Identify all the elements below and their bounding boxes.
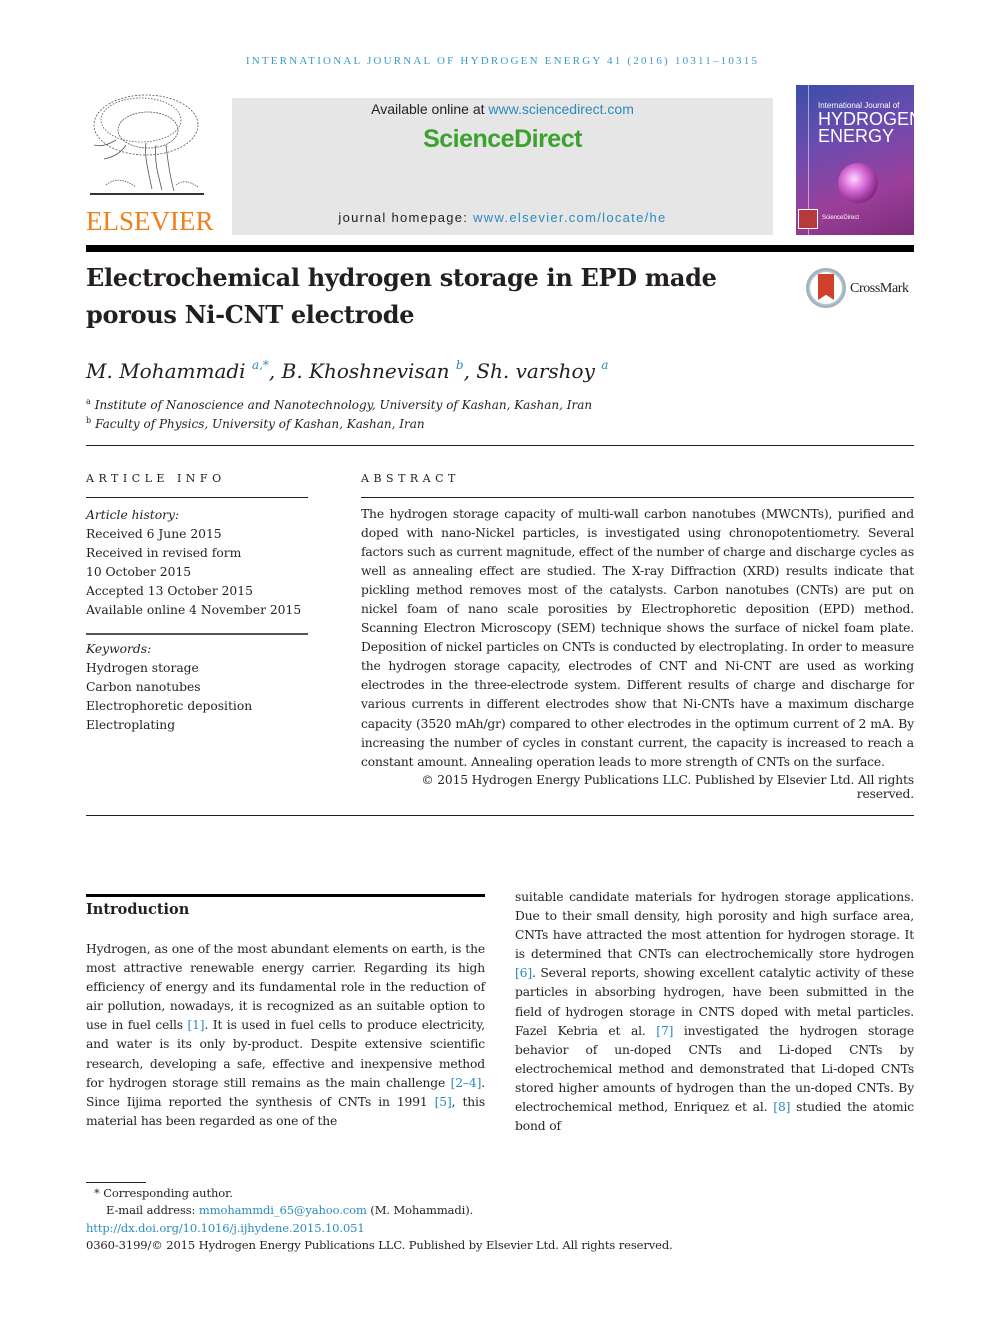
abstract-text: The hydrogen storage capacity of multi-w…	[361, 507, 914, 769]
article-info-heading: ARTICLE INFO	[86, 472, 226, 485]
abstract-heading: ABSTRACT	[361, 472, 460, 485]
sciencedirect-banner: Available online at www.sciencedirect.co…	[232, 98, 773, 235]
journal-homepage-line: journal homepage: www.elsevier.com/locat…	[232, 210, 773, 225]
citation-link[interactable]: [7]	[656, 1024, 673, 1038]
doi-link[interactable]: http://dx.doi.org/10.1016/j.ijhydene.201…	[86, 1221, 365, 1235]
cover-title-line-2: ENERGY	[818, 126, 895, 146]
section-divider	[86, 894, 485, 897]
affiliation-mark: a	[86, 397, 91, 406]
citation-link[interactable]: [2–4]	[451, 1076, 482, 1090]
header-divider	[86, 445, 914, 446]
elsevier-wordmark: ELSEVIER	[86, 206, 214, 236]
abstract-copyright: © 2015 Hydrogen Energy Publications LLC.…	[421, 773, 914, 801]
doi-line: http://dx.doi.org/10.1016/j.ijhydene.201…	[86, 1220, 673, 1237]
masthead: ELSEVIER Available online at www.science…	[86, 85, 914, 235]
sciencedirect-logo[interactable]: ScienceDirect	[232, 125, 773, 154]
corresponding-mark: *	[94, 1186, 100, 1200]
crossmark-label: CrossMark	[850, 281, 909, 296]
article-history-heading: Article history:	[86, 508, 180, 522]
abstract-divider	[361, 497, 914, 498]
available-online-line: Available online at www.sciencedirect.co…	[232, 101, 773, 117]
citation-link[interactable]: [6]	[515, 966, 532, 980]
author-separator: ,	[268, 359, 282, 383]
history-item: Available online 4 November 2015	[86, 603, 302, 617]
masthead-divider	[86, 245, 914, 252]
sciencedirect-link[interactable]: www.sciencedirect.com	[488, 101, 634, 117]
body-text: suitable candidate materials for hydroge…	[515, 890, 914, 962]
cover-title-large: HYDROGEN ENERGY	[818, 110, 914, 146]
author-affiliation-mark[interactable]: a,*	[252, 358, 269, 372]
keywords: Keywords: Hydrogen storage Carbon nanotu…	[86, 640, 316, 735]
available-online-text: Available online at	[371, 101, 489, 117]
footnotes: * Corresponding author. E-mail address: …	[86, 1185, 673, 1254]
history-item: Accepted 13 October 2015	[86, 584, 253, 598]
corresponding-label: Corresponding author.	[103, 1186, 233, 1200]
citation-link[interactable]: [5]	[435, 1095, 452, 1109]
citation-link[interactable]: [8]	[773, 1100, 790, 1114]
keywords-divider	[86, 633, 308, 635]
crossmark-button[interactable]: CrossMark	[806, 268, 921, 310]
author-affiliation-mark[interactable]: b	[456, 358, 464, 372]
author-separator: ,	[463, 359, 477, 383]
homepage-label: journal homepage:	[338, 210, 474, 225]
affiliation-b: b Faculty of Physics, University of Kasha…	[86, 416, 425, 431]
cover-badge-icon	[798, 209, 818, 229]
citation-link[interactable]: [1]	[187, 1018, 204, 1032]
running-head: INTERNATIONAL JOURNAL OF HYDROGEN ENERGY…	[245, 55, 760, 67]
footnote-divider	[86, 1182, 146, 1183]
abstract-end-divider	[86, 815, 914, 816]
corresponding-author-note: * Corresponding author.	[86, 1185, 673, 1202]
author-name[interactable]: M. Mohammadi	[86, 359, 246, 383]
journal-cover-image[interactable]: International Journal of HYDROGEN ENERGY…	[796, 85, 914, 235]
history-item: Received 6 June 2015	[86, 527, 222, 541]
cover-orb-graphic	[838, 163, 878, 203]
author-affiliation-mark[interactable]: a	[601, 358, 608, 372]
keywords-heading: Keywords:	[86, 642, 152, 656]
elsevier-tree-icon	[90, 94, 204, 195]
email-note: E-mail address: mmohammdi_65@yahoo.com (…	[86, 1202, 673, 1219]
email-label: E-mail address:	[106, 1203, 199, 1218]
article-info-divider	[86, 497, 308, 498]
issn-copyright: 0360-3199/© 2015 Hydrogen Energy Publica…	[86, 1237, 673, 1252]
keyword-item: Electrophoretic deposition	[86, 699, 253, 713]
email-owner: (M. Mohammadi).	[366, 1203, 474, 1218]
author-name[interactable]: B. Khoshnevisan	[282, 359, 450, 383]
affiliation-mark: b	[86, 416, 92, 425]
introduction-heading: Introduction	[86, 901, 190, 918]
keyword-item: Electroplating	[86, 718, 176, 732]
author-name[interactable]: Sh. varshoy	[476, 359, 595, 383]
article-title: Electrochemical hydrogen storage in EPD …	[86, 263, 717, 329]
history-item: Received in revised form	[86, 546, 242, 560]
affiliation-text: Faculty of Physics, University of Kashan…	[95, 417, 425, 431]
author-list: M. Mohammadi a,*, B. Khoshnevisan b, Sh.…	[86, 358, 608, 383]
journal-homepage-link[interactable]: www.elsevier.com/locate/he	[473, 210, 666, 225]
affiliation-a: a Institute of Nanoscience and Nanotechno…	[86, 397, 592, 412]
email-link[interactable]: mmohammdi_65@yahoo.com	[199, 1203, 367, 1217]
history-item: 10 October 2015	[86, 565, 192, 579]
article-history: Article history: Received 6 June 2015 Re…	[86, 506, 316, 620]
keyword-item: Carbon nanotubes	[86, 680, 201, 694]
affiliation-text: Institute of Nanoscience and Nanotechnol…	[94, 398, 593, 412]
keyword-item: Hydrogen storage	[86, 661, 199, 675]
introduction-left-column: Hydrogen, as one of the most abundant el…	[86, 940, 485, 1131]
introduction-right-column: suitable candidate materials for hydroge…	[515, 888, 914, 1136]
elsevier-logo[interactable]: ELSEVIER	[86, 85, 214, 236]
cover-sciencedirect-label: ScienceDirect	[822, 215, 860, 221]
